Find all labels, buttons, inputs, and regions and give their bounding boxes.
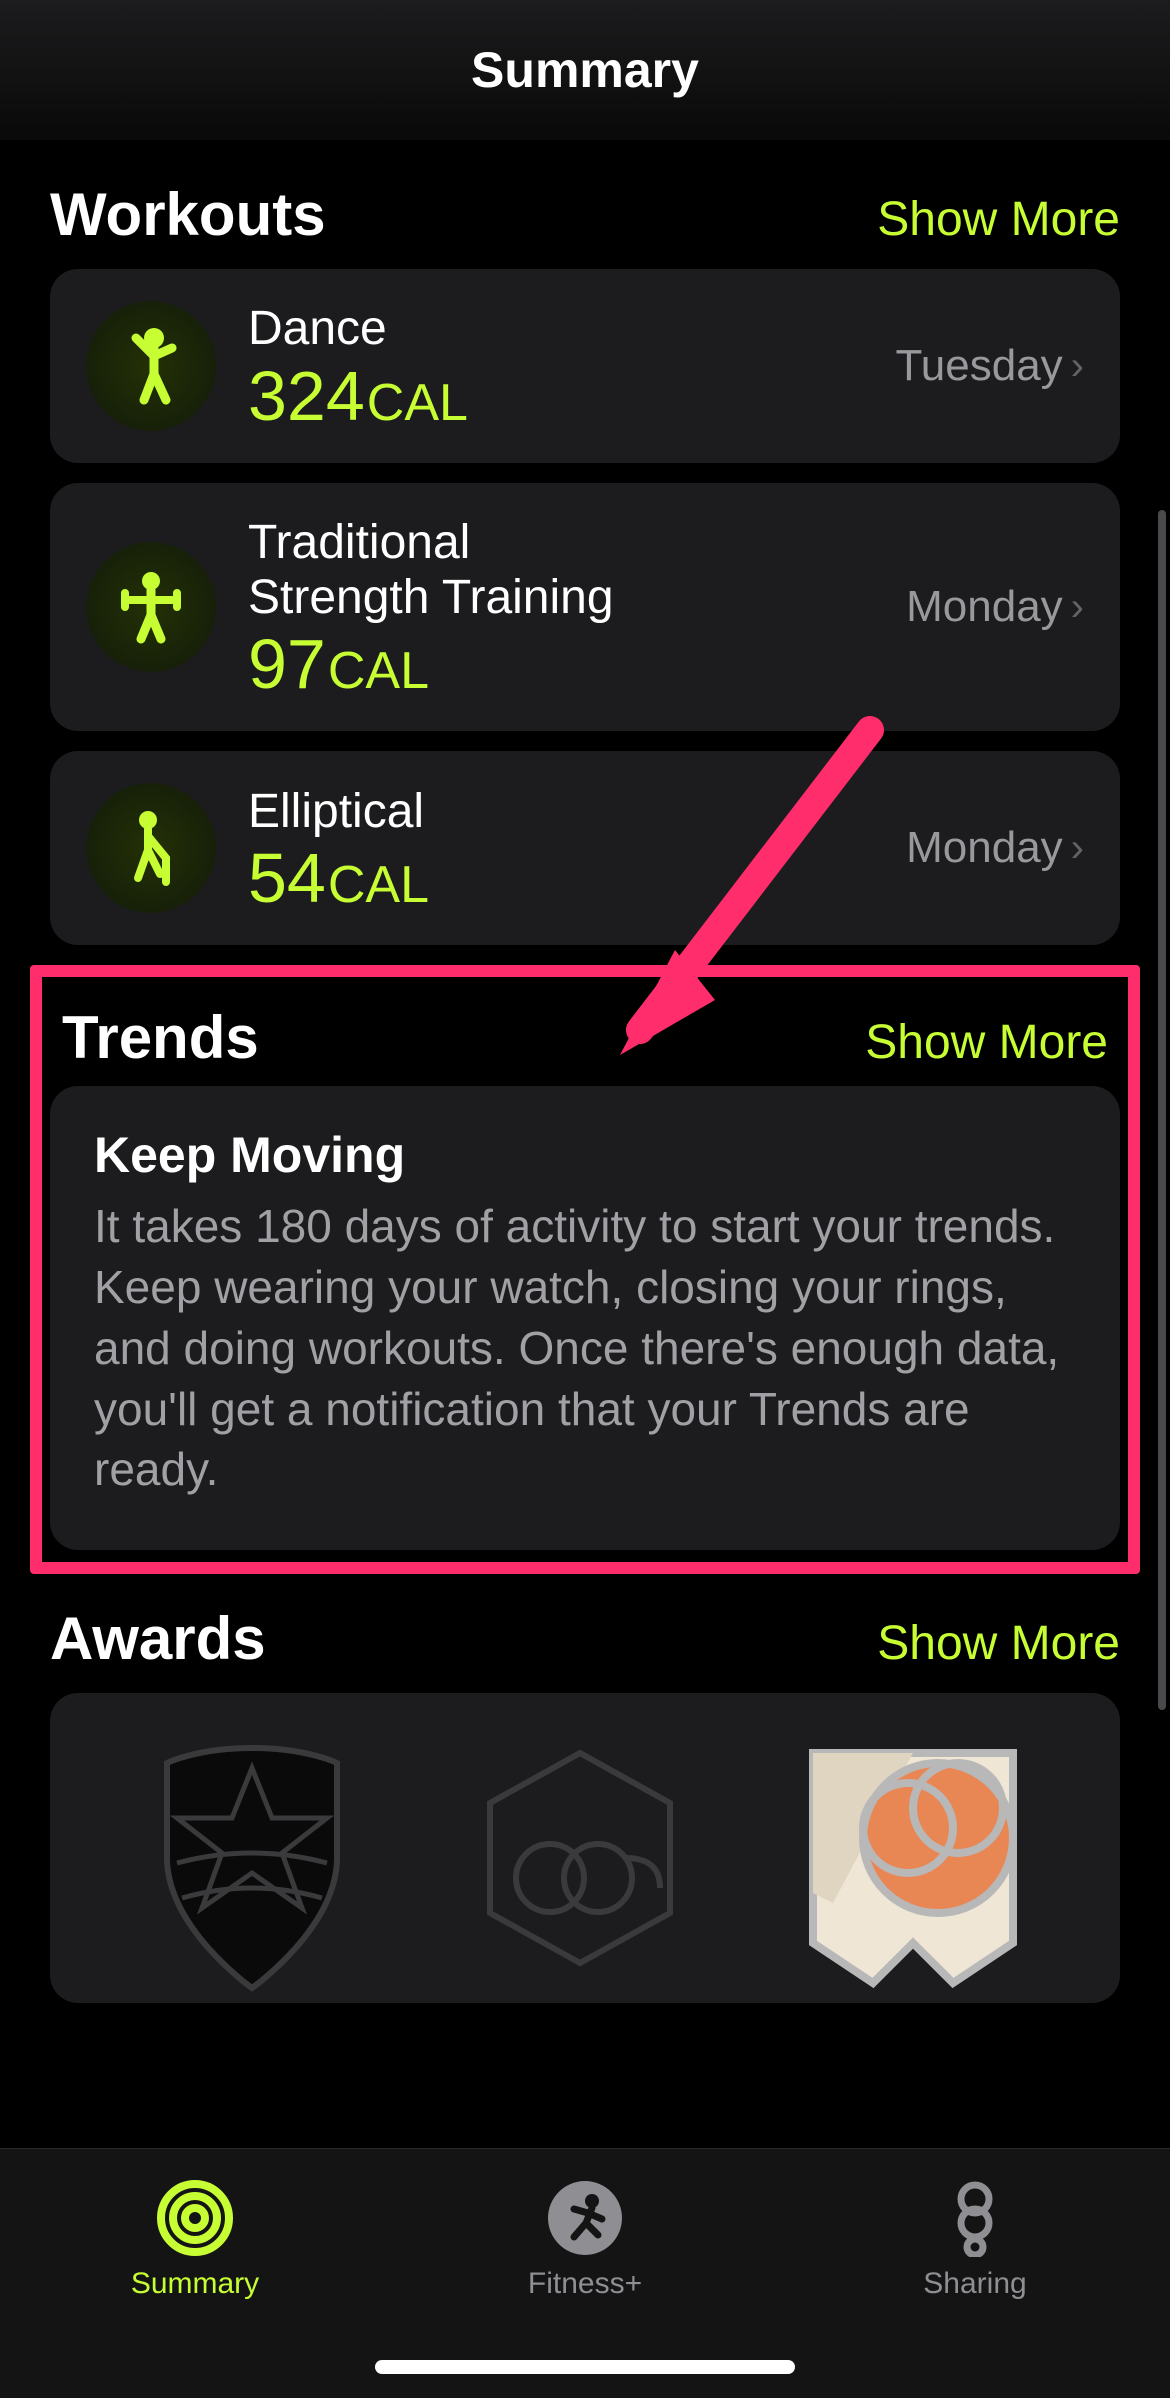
tab-summary[interactable]: Summary <box>2 2179 388 2301</box>
running-person-icon <box>546 2179 624 2257</box>
chevron-right-icon: › <box>1071 585 1084 630</box>
day-label: Tuesday <box>896 341 1063 391</box>
award-badge-color-icon <box>783 1723 1043 2003</box>
workout-name: Dance <box>248 301 896 356</box>
day-label: Monday <box>906 823 1063 873</box>
workout-card-elliptical[interactable]: Elliptical 54CAL Monday › <box>50 751 1120 945</box>
tab-fitness-plus[interactable]: Fitness+ <box>392 2179 778 2301</box>
workout-calories: 54CAL <box>248 843 906 913</box>
workout-card-strength[interactable]: Traditional Strength Training 97CAL Mond… <box>50 483 1120 731</box>
content-area: Workouts Show More Dance 324CAL Tuesday … <box>0 140 1170 2003</box>
awards-title: Awards <box>50 1604 266 1673</box>
workout-calories: 97CAL <box>248 629 906 699</box>
workout-name: Traditional Strength Training <box>248 515 906 625</box>
page-title: Summary <box>471 41 699 99</box>
trends-card-title: Keep Moving <box>94 1126 1076 1184</box>
workout-info: Elliptical 54CAL <box>248 784 906 913</box>
award-badge-hexagon-icon <box>450 1728 710 2003</box>
workout-day: Monday › <box>906 823 1084 873</box>
cal-unit: CAL <box>367 377 468 429</box>
trends-card-body: It takes 180 days of activity to start y… <box>94 1196 1076 1500</box>
tab-label: Summary <box>131 2267 259 2301</box>
day-label: Monday <box>906 582 1063 632</box>
nav-bar: Summary <box>0 0 1170 140</box>
trends-header: Trends Show More <box>50 985 1120 1086</box>
strength-training-icon <box>86 542 216 672</box>
scroll-indicator[interactable] <box>1158 510 1166 1710</box>
workout-info: Traditional Strength Training 97CAL <box>248 515 906 699</box>
workout-day: Tuesday › <box>896 341 1084 391</box>
cal-value: 54 <box>248 843 326 913</box>
dance-icon <box>86 301 216 431</box>
activity-rings-icon <box>156 2179 234 2257</box>
chevron-right-icon: › <box>1071 344 1084 389</box>
cal-unit: CAL <box>328 645 429 697</box>
workouts-header: Workouts Show More <box>50 140 1120 269</box>
tab-sharing[interactable]: Sharing <box>782 2179 1168 2301</box>
sharing-rings-icon <box>945 2179 1005 2257</box>
workouts-title: Workouts <box>50 180 326 249</box>
cal-unit: CAL <box>328 859 429 911</box>
workout-info: Dance 324CAL <box>248 301 896 430</box>
workout-name: Elliptical <box>248 784 906 839</box>
elliptical-icon <box>86 783 216 913</box>
trends-show-more-link[interactable]: Show More <box>865 1015 1108 1070</box>
trends-annotation-box: Trends Show More Keep Moving It takes 18… <box>30 965 1140 1574</box>
trends-title: Trends <box>62 1003 259 1072</box>
trends-card[interactable]: Keep Moving It takes 180 days of activit… <box>50 1086 1120 1550</box>
workout-card-dance[interactable]: Dance 324CAL Tuesday › <box>50 269 1120 463</box>
home-indicator[interactable] <box>375 2360 795 2374</box>
cal-value: 97 <box>248 629 326 699</box>
tab-label: Fitness+ <box>528 2267 642 2301</box>
chevron-right-icon: › <box>1071 826 1084 871</box>
workouts-show-more-link[interactable]: Show More <box>877 192 1120 247</box>
awards-show-more-link[interactable]: Show More <box>877 1616 1120 1671</box>
award-badge-shield-icon <box>127 1728 377 2003</box>
workout-calories: 324CAL <box>248 361 896 431</box>
awards-card[interactable] <box>50 1693 1120 2003</box>
tab-label: Sharing <box>923 2267 1026 2301</box>
workout-day: Monday › <box>906 582 1084 632</box>
awards-header: Awards Show More <box>50 1574 1120 1693</box>
cal-value: 324 <box>248 361 365 431</box>
